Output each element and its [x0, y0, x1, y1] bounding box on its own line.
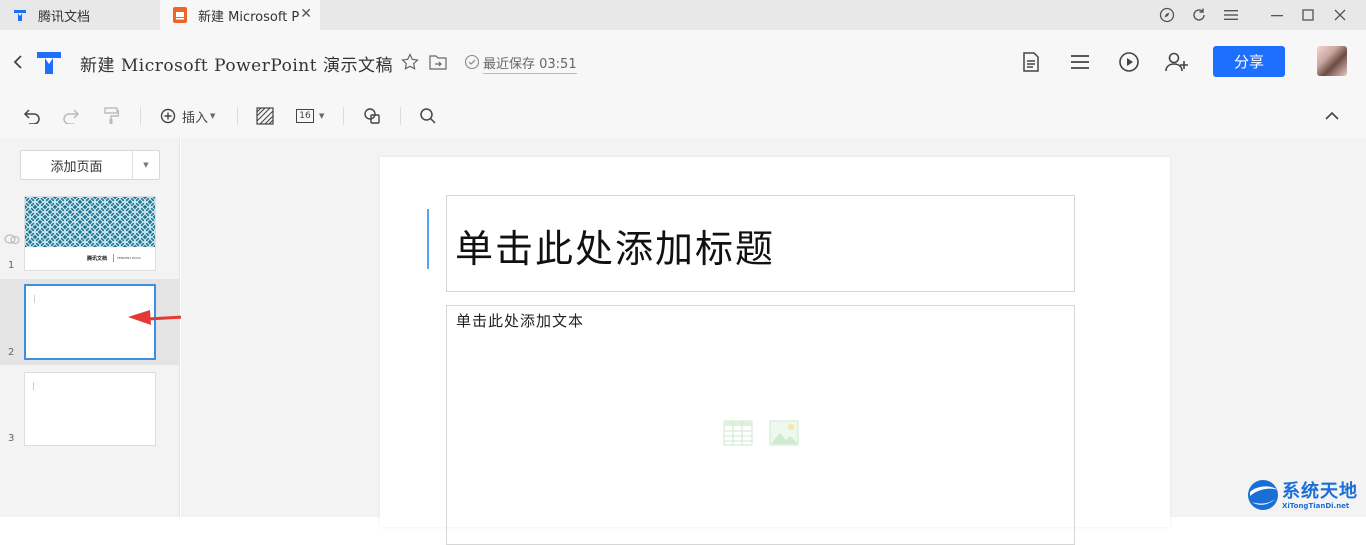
chevron-down-icon[interactable]: ▼ — [133, 151, 159, 179]
minimize-icon[interactable] — [1267, 5, 1287, 25]
undo-icon[interactable] — [23, 106, 41, 126]
share-button[interactable]: 分享 — [1213, 46, 1285, 77]
layout-dropdown-button[interactable]: 16 ▼ — [296, 106, 324, 126]
thumb-caption-left: 腾讯文档 — [87, 256, 108, 262]
editor-toolbar: 插入 ▼ 16 ▼ — [0, 94, 1366, 138]
slide-thumbnail[interactable]: 腾讯文档 TENCENT DOCS — [24, 196, 156, 271]
document-info-icon[interactable] — [1018, 49, 1044, 75]
compass-icon[interactable] — [1157, 5, 1177, 25]
outline-list-icon[interactable] — [1067, 49, 1093, 75]
layout-size-box: 16 — [296, 109, 314, 123]
add-page-label: 添加页面 — [21, 151, 133, 179]
plus-circle-icon — [160, 108, 176, 124]
insert-label: 插入 — [182, 110, 209, 126]
globe-logo-icon — [1248, 480, 1278, 510]
thumb-cursor — [33, 382, 34, 390]
star-icon[interactable] — [397, 49, 423, 75]
format-painter-icon[interactable] — [103, 106, 119, 126]
text-cursor-indicator — [427, 209, 429, 269]
collapse-toolbar-icon[interactable] — [1325, 106, 1339, 126]
slide-thumbnail-row[interactable]: 3 — [0, 372, 180, 448]
slide-number: 3 — [8, 433, 15, 444]
menu-icon[interactable] — [1221, 5, 1241, 25]
chevron-down-icon: ▼ — [210, 112, 216, 120]
maximize-icon[interactable] — [1298, 5, 1318, 25]
toolbar-divider — [140, 107, 141, 125]
toolbar-divider — [343, 107, 344, 125]
body-placeholder-box[interactable]: 单击此处添加文本 — [446, 305, 1075, 545]
add-collaborator-icon[interactable] — [1164, 49, 1190, 75]
comment-link-icon[interactable] — [4, 230, 20, 249]
tencent-docs-logo-icon[interactable] — [34, 47, 64, 77]
close-window-icon[interactable] — [1330, 5, 1350, 25]
add-page-button[interactable]: 添加页面 ▼ — [20, 150, 160, 180]
tencent-docs-logo-icon — [12, 7, 28, 23]
search-icon[interactable] — [419, 106, 437, 126]
insert-table-icon[interactable] — [723, 420, 753, 450]
toolbar-divider — [400, 107, 401, 125]
tab-tencent-docs[interactable]: 腾讯文档 — [0, 0, 160, 30]
toolbar-divider — [237, 107, 238, 125]
thumb-caption-right: TENCENT DOCS — [117, 256, 141, 260]
tab-bar: 腾讯文档 新建 Microsoft P ✕ — [0, 0, 1366, 30]
user-avatar[interactable] — [1317, 46, 1347, 76]
insert-menu-button[interactable]: 插入 ▼ — [160, 106, 215, 126]
site-watermark: 系统天地 XiTongTianDi.net — [1246, 476, 1364, 514]
body-placeholder-text: 单击此处添加文本 — [456, 312, 585, 330]
tab-label: 腾讯文档 — [38, 9, 91, 25]
pattern-background-image — [25, 197, 155, 247]
save-status[interactable]: 最近保存 03:51 — [483, 53, 577, 74]
watermark-url: XiTongTianDi.net — [1282, 502, 1350, 510]
title-placeholder-text: 单击此处添加标题 — [455, 227, 776, 271]
slide-thumbnail[interactable] — [24, 372, 156, 446]
slide-thumbnail-row[interactable]: 腾讯文档 TENCENT DOCS 1 — [0, 196, 180, 274]
thumb-cursor — [34, 295, 35, 303]
background-fill-icon[interactable] — [256, 106, 274, 126]
saved-check-icon — [459, 49, 485, 75]
shapes-icon[interactable] — [363, 106, 381, 126]
insert-image-icon[interactable] — [769, 420, 799, 450]
move-to-folder-icon[interactable] — [425, 49, 451, 75]
play-slideshow-icon[interactable] — [1116, 49, 1142, 75]
thumb-caption-divider — [113, 254, 114, 262]
tab-label: 新建 Microsoft P — [198, 9, 300, 25]
current-slide[interactable]: 单击此处添加标题 单击此处添加文本 — [380, 157, 1170, 545]
title-placeholder-box[interactable]: 单击此处添加标题 — [446, 195, 1075, 292]
slide-number: 1 — [8, 260, 15, 271]
tab-presentation[interactable]: 新建 Microsoft P ✕ — [160, 0, 320, 30]
slides-file-icon — [172, 7, 188, 23]
document-title[interactable]: 新建 Microsoft PowerPoint 演示文稿 — [80, 51, 393, 76]
back-chevron-icon[interactable] — [5, 49, 31, 75]
close-tab-icon[interactable]: ✕ — [300, 6, 312, 22]
slide-editing-canvas: 单击此处添加标题 单击此处添加文本 — [181, 138, 1366, 545]
document-header: 新建 Microsoft PowerPoint 演示文稿 最近保存 03:51 … — [0, 30, 1366, 94]
slide-number: 2 — [8, 347, 15, 358]
refresh-icon[interactable] — [1189, 5, 1209, 25]
watermark-brand: 系统天地 — [1282, 481, 1358, 502]
chevron-down-icon: ▼ — [319, 112, 325, 120]
redo-icon[interactable] — [62, 106, 80, 126]
